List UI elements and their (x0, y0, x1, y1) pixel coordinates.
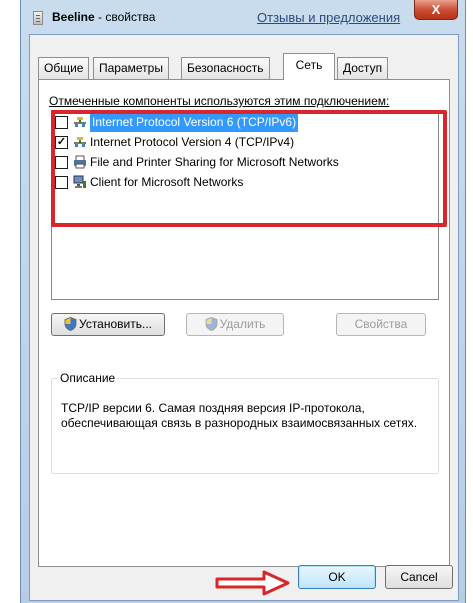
list-item[interactable]: Internet Protocol Version 6 (TCP/IPv6) (54, 113, 436, 132)
uac-shield-icon (64, 317, 77, 331)
components-label: Отмеченные компоненты используются этим … (49, 94, 390, 108)
component-checkbox[interactable]: ✓ (55, 136, 68, 149)
install-button-label: Установить... (79, 317, 152, 331)
install-button[interactable]: Установить... (51, 313, 165, 336)
tab-networking[interactable]: Сеть (283, 53, 335, 80)
properties-button[interactable]: Свойства (336, 313, 426, 336)
component-label: File and Printer Sharing for Microsoft N… (90, 155, 339, 169)
description-text: TCP/IP версии 6. Самая поздняя версия IP… (61, 401, 418, 430)
list-item[interactable]: ✓ Internet Protocol Version 4 (TCP/IPv4) (54, 133, 436, 152)
component-label: Client for Microsoft Networks (90, 175, 244, 189)
window-app-icon (33, 11, 43, 25)
window-title-suffix: - свойства (94, 10, 156, 24)
component-checkbox[interactable] (55, 176, 68, 189)
network-protocol-icon (74, 117, 86, 127)
tab-general[interactable]: Общие (38, 57, 90, 79)
list-item[interactable]: Client for Microsoft Networks (54, 173, 436, 192)
tab-sharing[interactable]: Доступ (337, 57, 389, 79)
dialog-body: Общие Параметры Безопасность Сеть Доступ… (29, 34, 459, 601)
list-item[interactable]: File and Printer Sharing for Microsoft N… (54, 153, 436, 172)
component-label: Internet Protocol Version 6 (TCP/IPv6) (90, 113, 299, 132)
components-list[interactable]: Internet Protocol Version 6 (TCP/IPv6) ✓… (51, 110, 439, 300)
close-button[interactable]: X (414, 0, 458, 20)
properties-window: Beeline - свойства Отзывы и предложения … (20, 0, 466, 603)
ok-button[interactable]: OK (298, 565, 376, 589)
connection-name: Beeline (52, 10, 95, 24)
description-title: Описание (58, 371, 118, 385)
uac-shield-icon (205, 317, 217, 331)
networking-panel: Отмеченные компоненты используются этим … (38, 79, 450, 567)
network-protocol-icon (74, 137, 86, 147)
tab-options[interactable]: Параметры (93, 57, 169, 79)
cancel-button[interactable]: Cancel (385, 565, 453, 589)
title-bar[interactable]: Beeline - свойства Отзывы и предложения … (21, 0, 465, 34)
tab-security[interactable]: Безопасность (181, 57, 270, 79)
uninstall-button[interactable]: Удалить (186, 313, 284, 336)
description-group: Описание TCP/IP версии 6. Самая поздняя … (51, 371, 439, 474)
network-client-icon (73, 175, 86, 188)
window-title: Beeline - свойства (52, 10, 155, 24)
feedback-link[interactable]: Отзывы и предложения (257, 10, 400, 25)
component-checkbox[interactable] (55, 116, 68, 129)
printer-sharing-icon (74, 155, 86, 169)
component-checkbox[interactable] (55, 156, 68, 169)
component-label: Internet Protocol Version 4 (TCP/IPv4) (90, 135, 295, 149)
red-arrow-annotation (215, 570, 290, 596)
uninstall-button-label: Удалить (219, 317, 266, 331)
